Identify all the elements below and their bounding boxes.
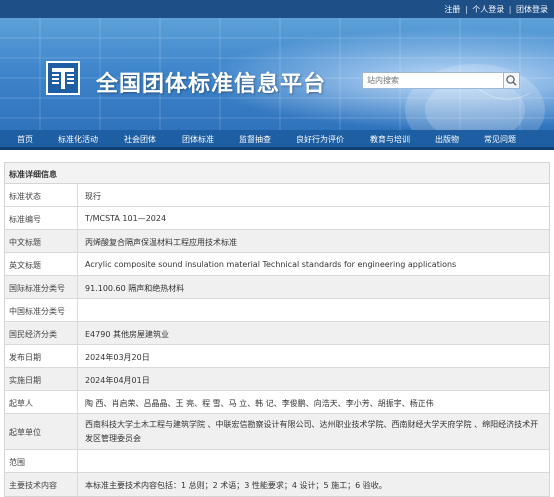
detail-value: 91.100.60 隔声和绝热材料	[85, 284, 185, 293]
detail-value: 现行	[85, 192, 101, 201]
detail-label: 英文标题	[9, 261, 41, 270]
detail-label: 起草单位	[9, 428, 41, 437]
detail-row-publish-date: 发布日期 2024年03月20日	[5, 345, 549, 368]
nav-supervision-inspection[interactable]: 监督抽查	[239, 134, 271, 145]
search-icon	[506, 75, 517, 86]
detail-row-main-content: 主要技术内容 本标准主要技术内容包括：1 总则；2 术语；3 性能要求；4 设计…	[5, 473, 549, 496]
detail-row-chinese-title: 中文标题 丙烯酸复合隔声保温材料工程应用技术标准	[5, 230, 549, 253]
detail-label: 中国标准分类号	[9, 307, 65, 316]
detail-value: E4790 其他房屋建筑业	[85, 330, 169, 339]
personal-login-link[interactable]: 个人登录	[472, 4, 504, 15]
detail-value: 本标准主要技术内容包括：1 总则；2 术语；3 性能要求；4 设计；5 施工；6…	[85, 481, 387, 490]
nav-standardization-activities[interactable]: 标准化活动	[58, 134, 98, 145]
nav-publications[interactable]: 出版物	[435, 134, 459, 145]
detail-value: 陶 西、肖启荣、吕晶晶、王 亮、程 雪、马 立、韩 记、李俊鹏、向浩天、李小芳、…	[85, 399, 434, 408]
group-login-link[interactable]: 团体登录	[516, 4, 548, 15]
detail-row-economic-classification: 国民经济分类 E4790 其他房屋建筑业	[5, 322, 549, 345]
detail-row-scope: 范围	[5, 450, 549, 473]
detail-label: 中文标题	[9, 238, 41, 247]
search-box	[362, 72, 520, 89]
top-bar: 注册 | 个人登录 | 团体登录	[0, 0, 554, 18]
nav-home[interactable]: 首页	[17, 134, 33, 145]
nav-good-behavior-evaluation[interactable]: 良好行为评价	[296, 134, 344, 145]
detail-row-implement-date: 实施日期 2024年04月01日	[5, 368, 549, 391]
register-link[interactable]: 注册	[444, 4, 460, 15]
detail-row-status: 标准状态 现行	[5, 184, 549, 207]
panel-header: 标准详细信息	[5, 163, 549, 184]
logo[interactable]	[46, 61, 80, 95]
detail-value: 2024年04月01日	[85, 376, 150, 385]
detail-value: 丙烯酸复合隔声保温材料工程应用技术标准	[85, 238, 237, 247]
link-divider: |	[464, 5, 468, 14]
detail-label: 发布日期	[9, 353, 41, 362]
detail-label: 国际标准分类号	[9, 284, 65, 293]
standard-details-panel: 标准详细信息 标准状态 现行 标准编号 T/MCSTA 101—2024 中文标…	[4, 162, 550, 497]
detail-row-drafters: 起草人 陶 西、肖启荣、吕晶晶、王 亮、程 雪、马 立、韩 记、李俊鹏、向浩天、…	[5, 391, 549, 414]
nav-faq[interactable]: 常见问题	[484, 134, 516, 145]
detail-row-ics: 国际标准分类号 91.100.60 隔声和绝热材料	[5, 276, 549, 299]
detail-row-number: 标准编号 T/MCSTA 101—2024	[5, 207, 549, 230]
detail-label: 主要技术内容	[9, 481, 57, 490]
nav-group-standards[interactable]: 团体标准	[182, 134, 214, 145]
detail-value: Acrylic composite sound insulation mater…	[85, 260, 457, 269]
detail-value: T/MCSTA 101—2024	[85, 214, 167, 223]
header-banner: 全国团体标准信息平台	[0, 18, 554, 130]
site-title: 全国团体标准信息平台	[96, 72, 327, 97]
detail-value: 2024年03月20日	[85, 353, 150, 362]
detail-row-english-title: 英文标题 Acrylic composite sound insulation …	[5, 253, 549, 276]
detail-label: 国民经济分类	[9, 330, 57, 339]
detail-value: 西南科技大学土木工程与建筑学院 、中联宏信勘察设计有限公司、达州职业技术学院、西…	[85, 420, 539, 443]
link-divider: |	[508, 5, 512, 14]
main-nav: 首页 标准化活动 社会团体 团体标准 监督抽查 良好行为评价 教育与培训 出版物…	[0, 130, 554, 150]
account-links: 注册 | 个人登录 | 团体登录	[444, 4, 548, 15]
detail-row-drafting-units: 起草单位 西南科技大学土木工程与建筑学院 、中联宏信勘察设计有限公司、达州职业技…	[5, 414, 549, 450]
nav-social-groups[interactable]: 社会团体	[124, 134, 156, 145]
detail-label: 标准状态	[9, 192, 41, 201]
detail-label: 范围	[9, 458, 25, 467]
search-button[interactable]	[504, 72, 520, 89]
detail-row-ccs: 中国标准分类号	[5, 299, 549, 322]
detail-label: 标准编号	[9, 215, 41, 224]
nav-education-training[interactable]: 教育与培训	[370, 134, 410, 145]
logo-t-icon	[48, 63, 78, 93]
detail-label: 起草人	[9, 399, 33, 408]
search-input[interactable]	[362, 72, 504, 89]
section-title: 标准详细信息	[9, 170, 57, 179]
detail-label: 实施日期	[9, 376, 41, 385]
